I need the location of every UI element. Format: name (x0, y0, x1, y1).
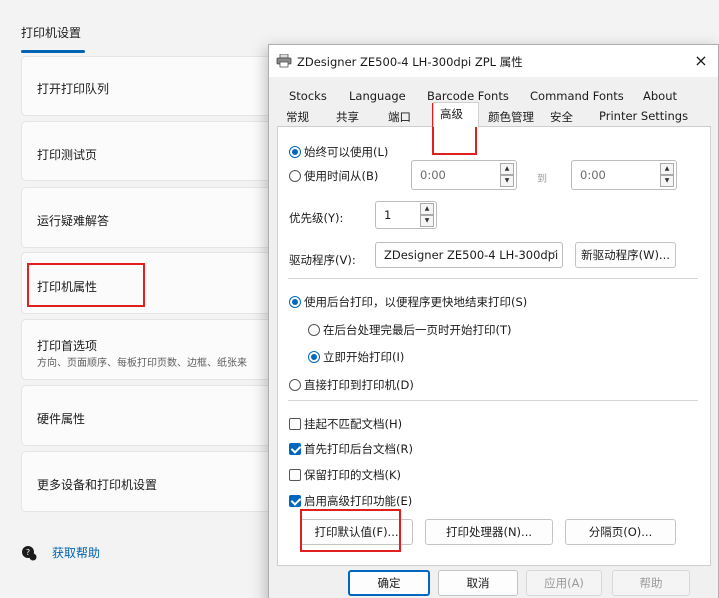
tab-advanced-label: 高级 (440, 107, 463, 121)
cancel-button[interactable]: 取消 (438, 570, 518, 596)
use-spool-label: 使用后台打印，以便程序更快地结束打印(S) (304, 295, 528, 309)
divider (288, 278, 698, 279)
help-icon: ? (22, 545, 37, 560)
tab-general[interactable]: 常规 (286, 109, 309, 125)
priority-spinner[interactable]: ▲ ▼ (420, 203, 434, 227)
ok-button[interactable]: 确定 (348, 570, 430, 596)
print-direct-label: 直接打印到打印机(D) (304, 378, 414, 392)
settings-item-label: 硬件属性 (37, 412, 86, 426)
spooled-first-label: 首先打印后台文档(R) (304, 442, 413, 456)
advanced-panel: 始终可以使用(L) 使用时间从(B) 0:00 ▲ ▼ 到 0:00 ▲ ▼ 优先级… (277, 126, 711, 566)
help-button[interactable]: 帮助 (612, 570, 690, 596)
to-time-value: 0:00 (580, 168, 606, 182)
use-spool-radio[interactable]: 使用后台打印，以便程序更快地结束打印(S) (289, 294, 527, 310)
tab-row-1: Stocks Language Barcode Fonts Command Fo… (269, 87, 718, 106)
tab-command-fonts[interactable]: Command Fonts (530, 89, 624, 103)
to-time-input[interactable]: 0:00 ▲ ▼ (571, 160, 677, 190)
tab-stocks[interactable]: Stocks (289, 89, 327, 103)
hold-mismatched-label: 挂起不匹配文档(H) (304, 417, 403, 431)
driver-value: ZDesigner ZE500-4 LH-300dpi (384, 248, 559, 262)
advanced-features-checkbox[interactable]: 启用高级打印功能(E) (289, 493, 412, 509)
keep-printed-checkbox[interactable]: 保留打印的文档(K) (289, 467, 401, 483)
page-title: 打印机设置 (21, 26, 82, 40)
keep-printed-label: 保留打印的文档(K) (304, 468, 402, 482)
print-processor-button[interactable]: 打印处理器(N)... (425, 519, 553, 545)
settings-item-label: 更多设备和打印机设置 (37, 478, 158, 492)
radio-unselected (308, 324, 320, 336)
priority-input[interactable]: 1 ▲ ▼ (375, 201, 437, 229)
checkbox-unchecked (289, 418, 301, 430)
settings-item-label: 打印首选项 (37, 339, 98, 353)
tab-advanced[interactable]: 高级 (433, 102, 479, 127)
start-immediately-radio[interactable]: 立即开始打印(I) (308, 349, 404, 365)
driver-select[interactable]: ZDesigner ZE500-4 LH-300dpi ﹀ (375, 242, 563, 268)
dialog-titlebar: ZDesigner ZE500-4 LH-300dpi ZPL 属性 × (269, 45, 718, 77)
from-time-value: 0:00 (420, 168, 446, 182)
printer-properties-dialog: ZDesigner ZE500-4 LH-300dpi ZPL 属性 × Sto… (268, 44, 719, 598)
close-icon[interactable]: × (690, 50, 712, 72)
radio-unselected (289, 379, 301, 391)
printer-icon (276, 54, 292, 68)
hold-mismatched-checkbox[interactable]: 挂起不匹配文档(H) (289, 416, 402, 432)
settings-item-label: 打开打印队列 (37, 82, 110, 96)
tab-printer-settings[interactable]: Printer Settings (599, 109, 688, 123)
checkbox-checked (289, 443, 301, 455)
available-from-label: 使用时间从(B) (304, 169, 379, 183)
svg-text:?: ? (26, 548, 30, 557)
to-time-spinner[interactable]: ▲ ▼ (660, 163, 674, 187)
radio-unselected (289, 170, 301, 182)
start-after-last-page-label: 在后台处理完最后一页时开始打印(T) (323, 323, 512, 337)
radio-selected (289, 296, 301, 308)
help-row[interactable]: ? 获取帮助 (21, 544, 100, 561)
tab-security[interactable]: 安全 (550, 109, 573, 125)
radio-selected (289, 146, 301, 158)
settings-item-label: 打印机属性 (37, 280, 98, 294)
new-driver-button[interactable]: 新驱动程序(W)... (575, 242, 676, 268)
tab-language[interactable]: Language (349, 89, 406, 103)
title-underline (21, 50, 85, 53)
tab-barcode-fonts[interactable]: Barcode Fonts (427, 89, 509, 103)
start-after-last-page-radio[interactable]: 在后台处理完最后一页时开始打印(T) (308, 322, 512, 338)
radio-selected (308, 351, 320, 363)
tab-row-2: 常规 共享 端口 颜色管理 安全 Printer Settings (269, 107, 718, 126)
settings-item-label: 打印测试页 (37, 148, 98, 162)
printing-defaults-button[interactable]: 打印默认值(F)... (300, 519, 413, 545)
apply-button[interactable]: 应用(A) (526, 570, 602, 596)
checkbox-unchecked (289, 469, 301, 481)
always-available-label: 始终可以使用(L) (304, 145, 389, 159)
dialog-title: ZDesigner ZE500-4 LH-300dpi ZPL 属性 (297, 55, 523, 69)
checkbox-checked (289, 495, 301, 507)
tab-about[interactable]: About (643, 89, 677, 103)
separator-page-button[interactable]: 分隔页(O)... (565, 519, 676, 545)
divider (288, 400, 698, 401)
tab-color-management[interactable]: 颜色管理 (488, 109, 534, 125)
from-time-spinner[interactable]: ▲ ▼ (500, 163, 514, 187)
to-label: 到 (537, 174, 547, 185)
available-from-radio[interactable]: 使用时间从(B) (289, 168, 378, 184)
start-immediately-label: 立即开始打印(I) (323, 350, 405, 364)
help-link[interactable]: 获取帮助 (52, 544, 100, 561)
tab-sharing[interactable]: 共享 (336, 109, 359, 125)
always-available-radio[interactable]: 始终可以使用(L) (289, 144, 388, 160)
tab-ports[interactable]: 端口 (388, 109, 411, 125)
spooled-first-checkbox[interactable]: 首先打印后台文档(R) (289, 441, 413, 457)
chevron-down-icon: ﹀ (547, 251, 557, 262)
priority-value: 1 (384, 208, 392, 222)
advanced-features-label: 启用高级打印功能(E) (304, 494, 413, 508)
settings-item-sublabel: 方向、页面顺序、每板打印页数、边框、纸张来 (37, 358, 247, 369)
from-time-input[interactable]: 0:00 ▲ ▼ (411, 160, 517, 190)
print-direct-radio[interactable]: 直接打印到打印机(D) (289, 377, 414, 393)
priority-label: 优先级(Y): (289, 211, 344, 225)
driver-label: 驱动程序(V): (289, 253, 356, 267)
settings-item-label: 运行疑难解答 (37, 214, 110, 228)
